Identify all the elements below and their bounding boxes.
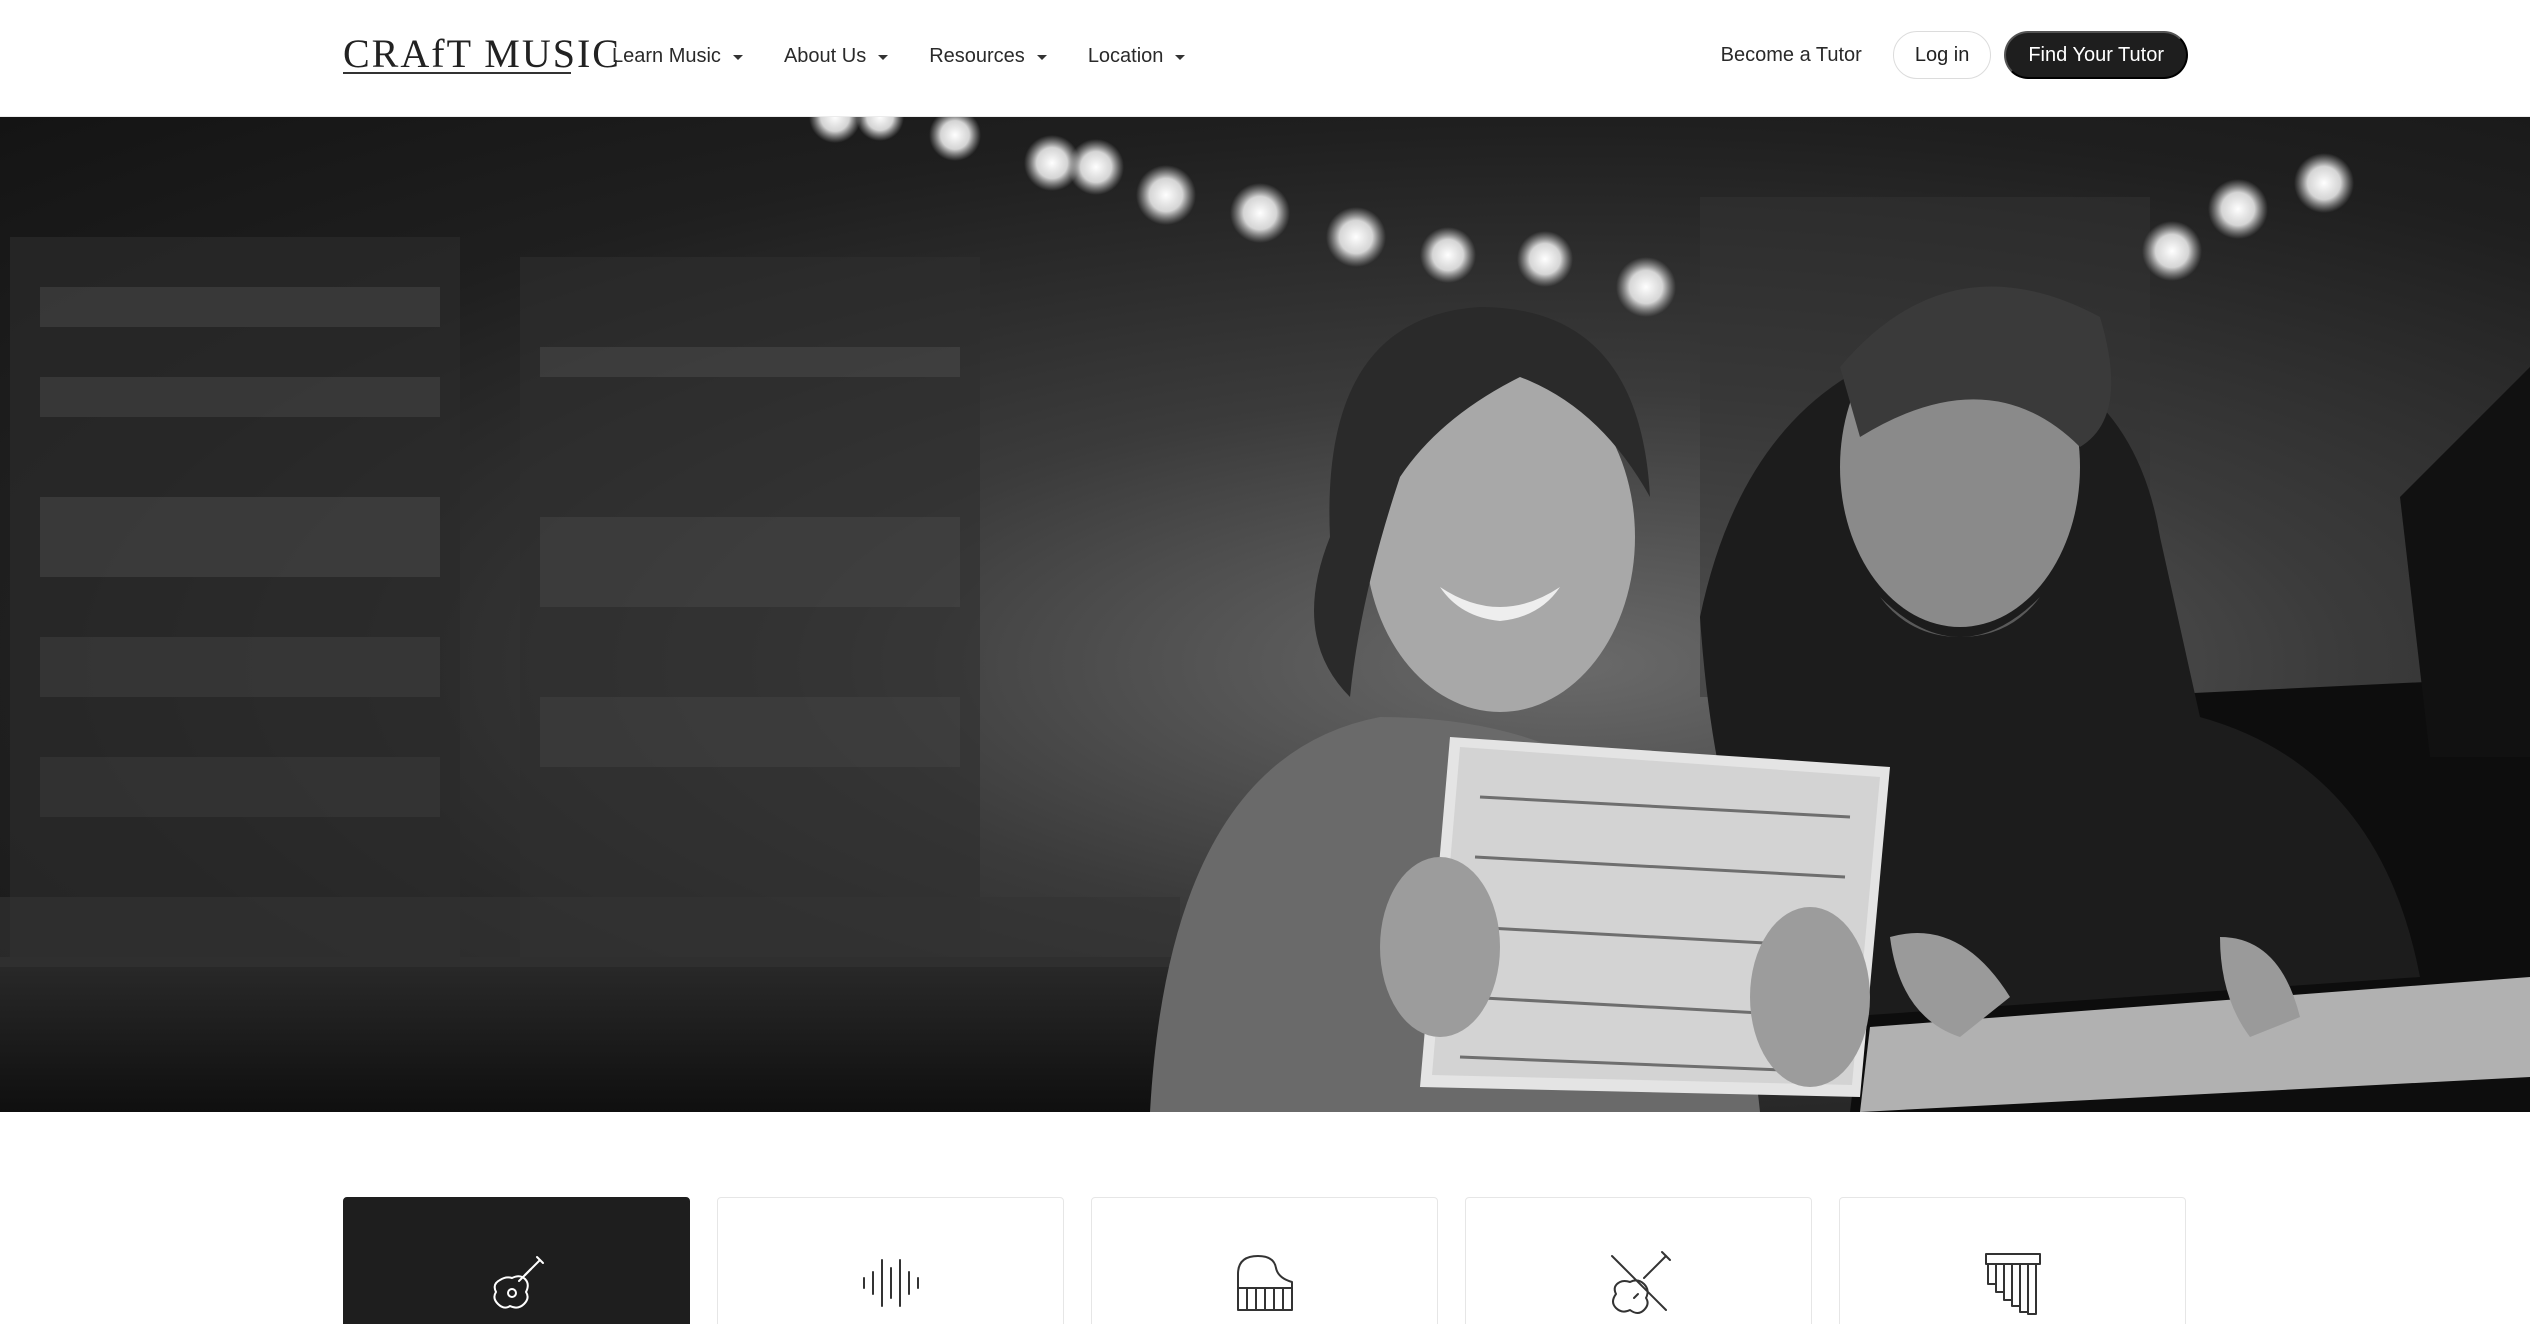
category-card-voice[interactable]	[717, 1197, 1064, 1324]
nav-about-us[interactable]: About Us	[783, 38, 889, 74]
piano-icon	[1236, 1255, 1293, 1311]
caret-down-icon	[878, 54, 889, 60]
sound-wave-icon	[862, 1259, 919, 1307]
category-card-pan-flute[interactable]	[1839, 1197, 2186, 1324]
logo-text: CRAfT MUSIC	[343, 31, 621, 76]
category-card-guitar[interactable]	[343, 1197, 690, 1324]
find-tutor-button[interactable]: Find Your Tutor	[2004, 31, 2188, 79]
caret-down-icon	[1175, 54, 1186, 60]
main-nav: Learn Music About Us Resources Location	[612, 38, 1226, 74]
nav-resources[interactable]: Resources	[929, 38, 1047, 74]
become-tutor-link[interactable]: Become a Tutor	[1721, 44, 1862, 67]
craft-music-logo[interactable]: CRAfT MUSIC	[343, 28, 619, 88]
site-header: CRAfT MUSIC Learn Music About Us Resourc…	[0, 0, 2530, 117]
nav-location[interactable]: Location	[1088, 38, 1186, 74]
hero-photo	[0, 117, 2530, 1112]
category-card-violin[interactable]	[1465, 1197, 1812, 1324]
hero-image	[0, 117, 2530, 1112]
caret-down-icon	[1036, 54, 1047, 60]
header-actions: Become a Tutor Log in Find Your Tutor	[1721, 31, 2188, 79]
pan-flute-icon	[1984, 1253, 2041, 1315]
nav-label: Learn Music	[612, 44, 721, 67]
nav-label: About Us	[783, 44, 867, 67]
nav-label: Location	[1087, 44, 1164, 67]
category-card-piano[interactable]	[1091, 1197, 1438, 1324]
caret-down-icon	[732, 54, 743, 60]
instrument-category-cards	[343, 1197, 2186, 1324]
guitar-icon	[492, 1256, 544, 1309]
nav-label: Resources	[929, 44, 1025, 67]
violin-icon	[1610, 1251, 1671, 1314]
login-button[interactable]: Log in	[1892, 31, 1992, 79]
logo-underline	[343, 72, 571, 74]
nav-learn-music[interactable]: Learn Music	[612, 38, 743, 74]
